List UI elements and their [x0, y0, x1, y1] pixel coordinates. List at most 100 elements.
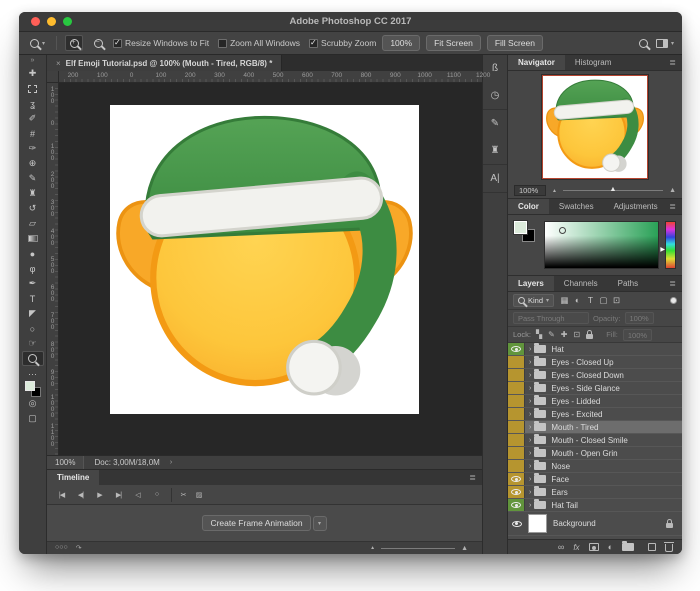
history-brush-tool[interactable]: ↺ — [22, 201, 44, 216]
navigator-thumbnail[interactable] — [542, 75, 648, 179]
document-tab[interactable]: × Elf Emoji Tutorial.psd @ 100% (Mouth -… — [47, 55, 282, 71]
expand-chevron-icon[interactable]: › — [529, 346, 531, 353]
layer-visibility-toggle[interactable] — [508, 408, 525, 420]
timeline-zoom-slider[interactable]: ▲ ▲ — [370, 545, 468, 552]
layer-visibility-toggle[interactable] — [508, 434, 525, 446]
panel-menu-icon[interactable]: ≣ — [669, 279, 676, 288]
checkbox-icon[interactable] — [309, 39, 318, 48]
tab-layers-channels[interactable]: Channels — [554, 276, 608, 291]
document-canvas[interactable] — [110, 105, 419, 414]
expand-chevron-icon[interactable]: › — [529, 489, 531, 496]
marquee-tool[interactable] — [22, 81, 44, 96]
layer-visibility-toggle[interactable] — [508, 473, 525, 485]
filter-smart-object-icon[interactable]: ⊡ — [610, 295, 623, 306]
zoom-out-mountain-icon[interactable]: ▲ — [370, 545, 375, 551]
layer-row-mouth-closed-smile[interactable]: ›Mouth - Closed Smile — [508, 434, 682, 447]
play-button[interactable]: ▶ — [91, 488, 108, 502]
checkbox-scrubby-zoom[interactable]: Scrubby Zoom — [309, 38, 376, 48]
lock-position-icon[interactable]: ✚ — [561, 330, 568, 339]
delete-layer-icon[interactable] — [665, 544, 673, 552]
layer-row-eyes-closed-down[interactable]: ›Eyes - Closed Down — [508, 369, 682, 382]
expand-chevron-icon[interactable]: › — [529, 476, 531, 483]
layer-visibility-toggle[interactable] — [508, 369, 525, 381]
lasso-tool[interactable]: ʓ — [22, 96, 44, 111]
quick-mask-button[interactable]: ◎ — [22, 396, 44, 411]
checkbox-icon[interactable] — [113, 39, 122, 48]
lock-pixels-icon[interactable]: ✎ — [548, 330, 555, 339]
quick-selection-tool[interactable]: ✐ — [22, 111, 44, 126]
filter-adjustment-icon[interactable]: ◐ — [571, 295, 584, 306]
blend-mode-dropdown[interactable]: Pass Through — [513, 312, 589, 324]
zoom-100-button[interactable]: 100% — [382, 35, 420, 51]
lock-transparent-icon[interactable]: ▚ — [536, 330, 542, 339]
tab-color-color[interactable]: Color — [508, 199, 549, 214]
healing-brush-tool[interactable]: ⊕ — [22, 156, 44, 171]
previous-frame-button[interactable]: ◀| — [72, 488, 89, 502]
layer-row-ears[interactable]: ›Ears — [508, 486, 682, 499]
lock-all-icon[interactable] — [586, 334, 593, 339]
layer-row-mouth-tired[interactable]: ›Mouth - Tired — [508, 421, 682, 434]
expand-chevron-icon[interactable]: › — [529, 359, 531, 366]
layer-visibility-toggle[interactable] — [508, 395, 525, 407]
tab-layers-paths[interactable]: Paths — [608, 276, 648, 291]
split-button[interactable]: ✂ — [171, 488, 188, 502]
audio-button[interactable]: ◁ — [129, 488, 146, 502]
layer-visibility-toggle[interactable] — [508, 421, 525, 433]
filter-shape-icon[interactable]: ▢ — [597, 295, 610, 306]
crop-tool[interactable]: # — [22, 126, 44, 141]
panel-menu-icon[interactable]: ≣ — [669, 58, 676, 67]
current-tool-indicator[interactable]: ▾ — [27, 37, 48, 50]
checkbox-zoom-all-windows[interactable]: Zoom All Windows — [218, 38, 300, 48]
create-animation-dropdown[interactable]: ▾ — [313, 516, 327, 531]
expand-chevron-icon[interactable]: › — [529, 411, 531, 418]
lock-artboard-icon[interactable]: ⊡ — [574, 330, 581, 339]
type-tool[interactable]: T — [22, 291, 44, 306]
layer-visibility-toggle[interactable] — [508, 521, 525, 527]
edit-toolbar-button[interactable]: ··· — [22, 366, 44, 381]
layer-row-nose[interactable]: ›Nose — [508, 460, 682, 473]
color-saturation-field[interactable]: ▶ — [544, 221, 659, 269]
hand-tool[interactable]: ☞ — [22, 336, 44, 351]
dodge-tool[interactable]: φ — [22, 261, 44, 276]
checkbox-icon[interactable] — [218, 39, 227, 48]
color-swatches[interactable] — [22, 381, 44, 396]
adjustment-layer-icon[interactable]: ◐ — [608, 543, 613, 552]
first-frame-button[interactable]: |◀ — [53, 488, 70, 502]
ruler-origin-corner[interactable] — [47, 71, 59, 83]
zoom-in-button[interactable]: + — [65, 35, 83, 51]
tab-color-adjustments[interactable]: Adjustments — [604, 199, 668, 214]
horizontal-ruler[interactable]: 2001000100200300400500600700800900100011… — [59, 71, 482, 83]
convert-timeline-icon[interactable]: ↷ — [76, 544, 82, 552]
tab-nav-navigator[interactable]: Navigator — [508, 55, 565, 70]
color-picker-circle-icon[interactable] — [559, 227, 566, 234]
filter-pixel-icon[interactable]: ▦ — [558, 295, 571, 306]
opacity-dropdown[interactable]: 100% — [625, 312, 654, 324]
expand-chevron-icon[interactable]: › — [529, 398, 531, 405]
zoom-out-button[interactable]: − — [89, 35, 107, 51]
zoom-in-mountain-icon[interactable]: ▲ — [669, 187, 676, 194]
status-chevron-icon[interactable]: › — [170, 459, 172, 466]
expand-chevron-icon[interactable]: › — [529, 424, 531, 431]
workspace-switcher[interactable]: ▾ — [656, 39, 674, 48]
layer-row-hat[interactable]: ›Hat — [508, 343, 682, 356]
layer-visibility-toggle[interactable] — [508, 486, 525, 498]
link-layers-icon[interactable]: ∞ — [558, 543, 564, 552]
character-panel-icon[interactable]: A| — [483, 165, 507, 192]
tab-timeline[interactable]: Timeline — [47, 470, 99, 485]
shape-tool[interactable]: ○ — [22, 321, 44, 336]
eraser-tool[interactable]: ▱ — [22, 216, 44, 231]
expand-chevron-icon[interactable]: › — [529, 463, 531, 470]
brush-settings-panel-icon[interactable]: ✎ — [483, 110, 507, 137]
fill-dropdown[interactable]: 100% — [623, 329, 652, 341]
collapse-toolbar-icon[interactable]: » — [31, 56, 35, 66]
fill-screen-button[interactable]: Fill Screen — [487, 35, 543, 51]
foreground-color-swatch[interactable] — [25, 381, 35, 391]
expand-chevron-icon[interactable]: › — [529, 502, 531, 509]
clone-stamp-tool[interactable]: ♜ — [22, 186, 44, 201]
tab-color-swatches[interactable]: Swatches — [549, 199, 604, 214]
frame-dots-icon[interactable]: ○○○ — [55, 544, 68, 552]
foreground-color-swatch[interactable] — [514, 221, 527, 234]
zoom-out-mountain-icon[interactable]: ▲ — [552, 188, 557, 194]
blur-tool[interactable]: ● — [22, 246, 44, 261]
layer-mask-icon[interactable] — [589, 543, 599, 551]
